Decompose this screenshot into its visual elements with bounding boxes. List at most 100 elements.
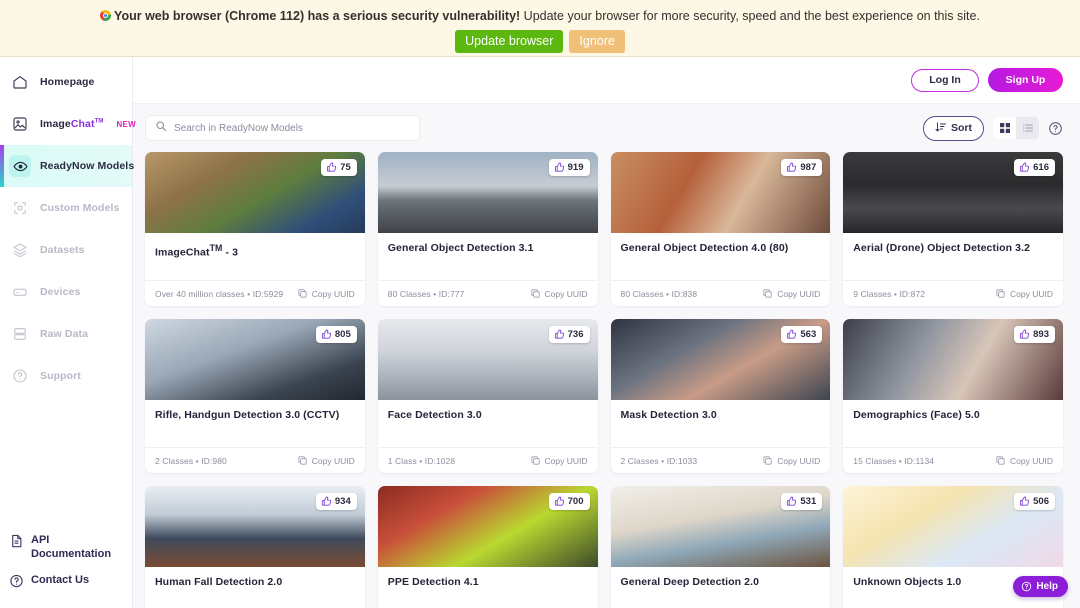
copy-uuid-button[interactable]: Copy UUID xyxy=(995,455,1053,466)
copy-uuid-label: Copy UUID xyxy=(544,455,588,466)
sidebar-item-label: Support xyxy=(40,370,81,382)
question-icon xyxy=(9,365,31,387)
copy-uuid-button[interactable]: Copy UUID xyxy=(995,288,1053,299)
help-fab-label: Help xyxy=(1036,581,1058,592)
copy-uuid-button[interactable]: Copy UUID xyxy=(530,455,588,466)
copy-uuid-button[interactable]: Copy UUID xyxy=(762,288,820,299)
content-toolbar: Sort xyxy=(133,104,1080,141)
like-badge[interactable]: 506 xyxy=(1014,493,1055,510)
toolbar-right-controls: Sort xyxy=(923,115,1063,141)
card-title-wrap: General Deep Detection 2.0 xyxy=(611,567,831,608)
sidebar-item-label: Custom Models xyxy=(40,202,120,214)
model-card[interactable]: 531 General Deep Detection 2.0 Copy UUID xyxy=(610,486,831,608)
sidebar-item-devices[interactable]: Devices xyxy=(0,271,132,313)
grid-view-button[interactable] xyxy=(993,117,1016,139)
sort-label: Sort xyxy=(951,122,972,134)
copy-icon xyxy=(763,289,772,298)
ignore-button[interactable]: Ignore xyxy=(569,30,625,53)
sidebar-item-datasets[interactable]: Datasets xyxy=(0,229,132,271)
card-title-wrap: Demographics (Face) 5.0 xyxy=(843,400,1063,447)
sidebar-item-homepage[interactable]: Homepage xyxy=(0,61,132,103)
copy-uuid-label: Copy UUID xyxy=(311,455,355,466)
update-browser-button[interactable]: Update browser xyxy=(455,30,564,53)
thumbs-up-icon xyxy=(554,162,564,172)
model-card[interactable]: 700 PPE Detection 4.1 Copy UUID xyxy=(377,486,598,608)
sort-button[interactable]: Sort xyxy=(923,115,984,141)
model-card[interactable]: 934 Human Fall Detection 2.0 Copy UUID xyxy=(145,486,365,608)
model-card[interactable]: 893 Demographics (Face) 5.0 15 Classes •… xyxy=(843,319,1063,473)
card-title-wrap: Mask Detection 3.0 xyxy=(611,400,831,447)
list-icon xyxy=(1022,124,1033,132)
signup-button[interactable]: Sign Up xyxy=(988,68,1063,92)
login-button[interactable]: Log In xyxy=(911,68,979,92)
model-card[interactable]: 919 General Object Detection 3.1 80 Clas… xyxy=(377,152,598,306)
copy-uuid-button[interactable]: Copy UUID xyxy=(297,288,355,299)
like-count: 75 xyxy=(340,162,351,173)
help-circle-icon xyxy=(1022,581,1032,592)
sidebar-item-custom-models[interactable]: Custom Models xyxy=(0,187,132,229)
search-input[interactable] xyxy=(174,122,410,134)
card-footer: 15 Classes • ID:1134 Copy UUID xyxy=(843,447,1063,473)
sidebar-item-imagechat[interactable]: ImageChatTM NEW xyxy=(0,103,136,145)
model-card[interactable]: 75 ImageChatTM - 3 Over 40 million class… xyxy=(145,152,365,306)
like-badge[interactable]: 934 xyxy=(315,493,357,510)
like-badge[interactable]: 531 xyxy=(781,493,823,510)
thumbs-up-icon xyxy=(787,496,797,506)
like-badge[interactable]: 563 xyxy=(781,326,823,343)
list-view-button[interactable] xyxy=(1016,117,1039,139)
thumbs-up-icon xyxy=(787,162,797,172)
sidebar-item-label: Homepage xyxy=(40,76,95,88)
sidebar-item-readynow-models[interactable]: ReadyNow Models xyxy=(0,145,135,187)
card-title-wrap: PPE Detection 4.1 xyxy=(378,567,598,608)
help-icon[interactable] xyxy=(1048,121,1063,136)
card-meta: 15 Classes • ID:1134 xyxy=(853,455,935,466)
card-thumbnail: 934 xyxy=(145,486,365,567)
thumbs-up-icon xyxy=(1020,162,1030,172)
model-card[interactable]: 616 Aerial (Drone) Object Detection 3.2 … xyxy=(843,152,1063,306)
sidebar-item-contact-us[interactable]: Contact Us xyxy=(0,567,133,600)
card-title: Human Fall Detection 2.0 xyxy=(155,576,283,588)
like-badge[interactable]: 919 xyxy=(548,159,590,176)
card-meta: 80 Classes • ID:777 xyxy=(387,288,465,299)
help-fab-button[interactable]: Help xyxy=(1013,576,1068,597)
model-card[interactable]: 563 Mask Detection 3.0 2 Classes • ID:10… xyxy=(610,319,831,473)
card-thumbnail: 700 xyxy=(377,486,598,567)
copy-uuid-button[interactable]: Copy UUID xyxy=(530,288,588,299)
thumbs-up-icon xyxy=(321,329,331,339)
like-count: 531 xyxy=(800,496,817,507)
card-title: ImageChatTM - 3 xyxy=(155,243,239,259)
image-chat-icon xyxy=(9,113,31,135)
thumbs-up-icon xyxy=(554,496,564,506)
eye-icon xyxy=(9,155,31,177)
like-badge[interactable]: 805 xyxy=(315,326,357,343)
copy-uuid-button[interactable]: Copy UUID xyxy=(297,455,355,466)
layers-icon xyxy=(9,239,31,261)
model-card[interactable]: 987 General Object Detection 4.0 (80) 80… xyxy=(610,152,831,306)
like-badge[interactable]: 700 xyxy=(548,493,590,510)
card-meta: 2 Classes • ID:980 xyxy=(155,455,227,466)
trademark-mark: TM xyxy=(209,243,223,253)
like-badge[interactable]: 75 xyxy=(321,159,357,176)
card-meta: 9 Classes • ID:872 xyxy=(853,288,926,299)
like-badge[interactable]: 616 xyxy=(1014,159,1055,176)
like-count: 563 xyxy=(800,329,817,340)
model-card[interactable]: 805 Rifle, Handgun Detection 3.0 (CCTV) … xyxy=(145,319,365,473)
card-thumbnail: 736 xyxy=(377,319,598,400)
like-badge[interactable]: 893 xyxy=(1014,326,1055,343)
sidebar-item-support[interactable]: Support xyxy=(0,355,132,397)
card-thumbnail: 531 xyxy=(610,486,831,567)
sidebar-item-api-documentation[interactable]: API Documentation xyxy=(0,527,133,567)
sidebar-item-label: ReadyNow Models xyxy=(40,160,135,172)
sidebar-item-raw-data[interactable]: Raw Data xyxy=(0,313,132,355)
card-meta: 80 Classes • ID:838 xyxy=(620,288,698,299)
model-card[interactable]: 736 Face Detection 3.0 1 Class • ID:1028… xyxy=(377,319,598,473)
like-count: 934 xyxy=(334,496,351,507)
copy-uuid-label: Copy UUID xyxy=(777,455,821,466)
copy-uuid-button[interactable]: Copy UUID xyxy=(762,455,820,466)
copy-uuid-label: Copy UUID xyxy=(1010,455,1053,466)
search-box[interactable] xyxy=(145,115,420,141)
like-count: 919 xyxy=(567,162,584,173)
copy-uuid-label: Copy UUID xyxy=(1010,288,1053,299)
like-badge[interactable]: 736 xyxy=(548,326,590,343)
like-badge[interactable]: 987 xyxy=(781,159,823,176)
